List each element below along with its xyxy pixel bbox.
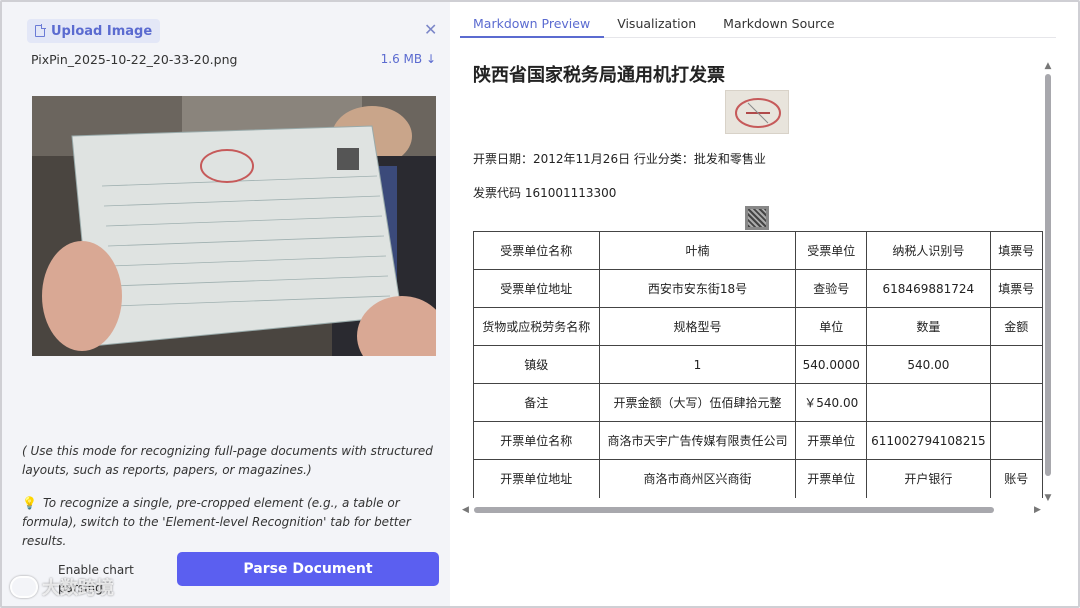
table-cell: 受票单位地址 <box>473 269 600 308</box>
mode-hint-text: ( Use this mode for recognizing full-pag… <box>22 444 433 477</box>
tab-visualization[interactable]: Visualization <box>604 12 710 38</box>
table-row: 镇级 1 540.0000 540.00 <box>473 345 1043 384</box>
result-tabs: Markdown Preview Visualization Markdown … <box>460 12 1056 38</box>
horizontal-scrollbar[interactable]: ◀ ▶ <box>462 505 1042 515</box>
table-cell: 填票号 <box>989 231 1043 270</box>
stamp-image <box>725 90 789 134</box>
invoice-table: 受票单位名称 叶楠 受票单位 纳税人识别号 填票号 受票单位地址 西安市安东街1… <box>473 231 1043 498</box>
table-cell: 611002794108215 <box>866 421 991 460</box>
vertical-scroll-thumb[interactable] <box>1045 74 1051 476</box>
table-cell: 金额 <box>989 307 1043 346</box>
table-cell: 开票单位地址 <box>473 459 600 498</box>
table-row: 受票单位地址 西安市安东街18号 查验号 618469881724 填票号 <box>473 269 1043 308</box>
file-name: PixPin_2025-10-22_20-33-20.png <box>31 52 238 67</box>
table-cell <box>989 383 1043 422</box>
table-cell: 纳税人识别号 <box>866 231 991 270</box>
tab-markdown-preview[interactable]: Markdown Preview <box>460 12 605 38</box>
file-icon <box>35 24 46 37</box>
table-cell: 开户银行 <box>866 459 991 498</box>
table-cell: 查验号 <box>795 269 868 308</box>
parse-document-button[interactable]: Parse Document <box>177 552 439 586</box>
tab-markdown-source[interactable]: Markdown Source <box>710 12 848 38</box>
table-cell: 货物或应税劳务名称 <box>473 307 600 346</box>
table-cell: 数量 <box>866 307 991 346</box>
scroll-down-icon[interactable]: ▼ <box>1043 494 1053 503</box>
table-cell: 540.00 <box>866 345 991 384</box>
result-panel: Markdown Preview Visualization Markdown … <box>450 0 1080 608</box>
table-cell <box>866 383 991 422</box>
table-cell: 开票单位 <box>795 421 868 460</box>
uploaded-image-preview <box>32 96 436 356</box>
table-cell: 镇级 <box>473 345 600 384</box>
table-cell: 540.0000 <box>795 345 868 384</box>
table-cell <box>989 421 1043 460</box>
table-cell: 填票号 <box>989 269 1043 308</box>
upload-image-label: Upload Image <box>51 23 153 39</box>
watermark-icon <box>10 576 38 598</box>
lightbulb-icon: 💡 <box>22 496 37 510</box>
scroll-right-icon[interactable]: ▶ <box>1034 505 1041 515</box>
watermark-logo: 大数跨境 <box>10 574 114 600</box>
table-row: 备注 开票金额（大写）伍佰肆拾元整 ￥540.00 <box>473 383 1043 422</box>
upload-image-button[interactable]: Upload Image <box>27 19 161 43</box>
table-cell: 叶楠 <box>598 231 797 270</box>
table-cell: 账号 <box>989 459 1043 498</box>
table-cell: 618469881724 <box>866 269 991 308</box>
element-tip: 💡 To recognize a single, pre-cropped elem… <box>22 494 446 551</box>
file-size-download-link[interactable]: 1.6 MB ↓ <box>381 52 436 66</box>
table-cell: 开票单位名称 <box>473 421 600 460</box>
invoice-code-line: 发票代码 161001113300 <box>473 186 617 200</box>
vertical-scrollbar[interactable]: ▲ ▼ <box>1043 62 1053 503</box>
table-cell: 西安市安东街18号 <box>598 269 797 308</box>
document-title: 陕西省国家税务局通用机打发票 <box>473 65 725 86</box>
table-cell: 受票单位 <box>795 231 868 270</box>
scroll-up-icon[interactable]: ▲ <box>1043 62 1053 71</box>
table-row: 货物或应税劳务名称 规格型号 单位 数量 金额 <box>473 307 1043 346</box>
element-tip-text: To recognize a single, pre-cropped eleme… <box>22 496 411 548</box>
table-cell: 备注 <box>473 383 600 422</box>
table-row: 开票单位地址 商洛市商州区兴商街 开票单位 开户银行 账号 <box>473 459 1043 498</box>
horizontal-scroll-thumb[interactable] <box>474 507 994 513</box>
table-cell: 受票单位名称 <box>473 231 600 270</box>
scroll-left-icon[interactable]: ◀ <box>462 505 469 515</box>
table-cell: 商洛市商州区兴商街 <box>598 459 797 498</box>
table-cell: 规格型号 <box>598 307 797 346</box>
table-cell: 1 <box>598 345 797 384</box>
table-row: 开票单位名称 商洛市天宇广告传媒有限责任公司 开票单位 611002794108… <box>473 421 1043 460</box>
table-cell <box>989 345 1043 384</box>
invoice-date-line: 开票日期：2012年11月26日 行业分类：批发和零售业 <box>473 152 766 166</box>
table-cell: 单位 <box>795 307 868 346</box>
watermark-text: 大数跨境 <box>42 578 114 599</box>
table-cell: 商洛市天宇广告传媒有限责任公司 <box>598 421 797 460</box>
table-cell: ￥540.00 <box>795 383 868 422</box>
table-cell: 开票单位 <box>795 459 868 498</box>
close-icon[interactable]: ✕ <box>424 20 437 39</box>
table-cell: 开票金额（大写）伍佰肆拾元整 <box>598 383 797 422</box>
table-row: 受票单位名称 叶楠 受票单位 纳税人识别号 填票号 <box>473 231 1043 270</box>
upload-panel: Upload Image ✕ PixPin_2025-10-22_20-33-2… <box>0 0 450 608</box>
markdown-preview-content: 陕西省国家税务局通用机打发票 开票日期：2012年11月26日 行业分类：批发和… <box>473 56 1043 506</box>
qr-code-image <box>745 206 769 230</box>
